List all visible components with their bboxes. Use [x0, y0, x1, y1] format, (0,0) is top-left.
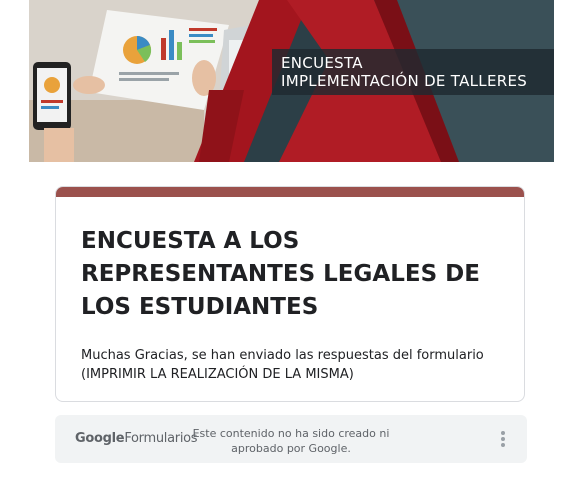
- banner-caption: ENCUESTA IMPLEMENTACIÓN DE TALLERES: [281, 54, 527, 90]
- confirmation-card: ENCUESTA A LOS REPRESENTANTES LEGALES DE…: [55, 186, 525, 402]
- banner-caption-line1: ENCUESTA: [281, 54, 363, 72]
- confirmation-message-line1: Muchas Gracias, se han enviado las respu…: [81, 348, 484, 363]
- dot: [501, 431, 505, 435]
- more-vert-icon[interactable]: [497, 429, 509, 449]
- form-footer: GoogleFormularios Este contenido no ha s…: [55, 415, 527, 463]
- banner-caption-line2: IMPLEMENTACIÓN DE TALLERES: [281, 72, 528, 90]
- confirmation-message-line2: (IMPRIMIR LA REALIZACIÓN DE LA MISMA): [81, 367, 354, 382]
- confirmation-message: Muchas Gracias, se han enviado las respu…: [81, 346, 511, 384]
- card-accent-bar: [56, 187, 524, 197]
- google-forms-logo[interactable]: GoogleFormularios: [75, 431, 198, 446]
- dot: [501, 437, 505, 441]
- form-confirmation-page: ENCUESTA IMPLEMENTACIÓN DE TALLERES ENCU…: [0, 0, 575, 482]
- logo-product-text: Formularios: [124, 431, 198, 446]
- google-disclaimer: Este contenido no ha sido creado ni apro…: [192, 427, 390, 455]
- form-title: ENCUESTA A LOS REPRESENTANTES LEGALES DE…: [81, 228, 480, 320]
- logo-google-text: Google: [75, 431, 125, 446]
- header-banner-image: ENCUESTA IMPLEMENTACIÓN DE TALLERES: [29, 0, 554, 162]
- dot: [501, 443, 505, 447]
